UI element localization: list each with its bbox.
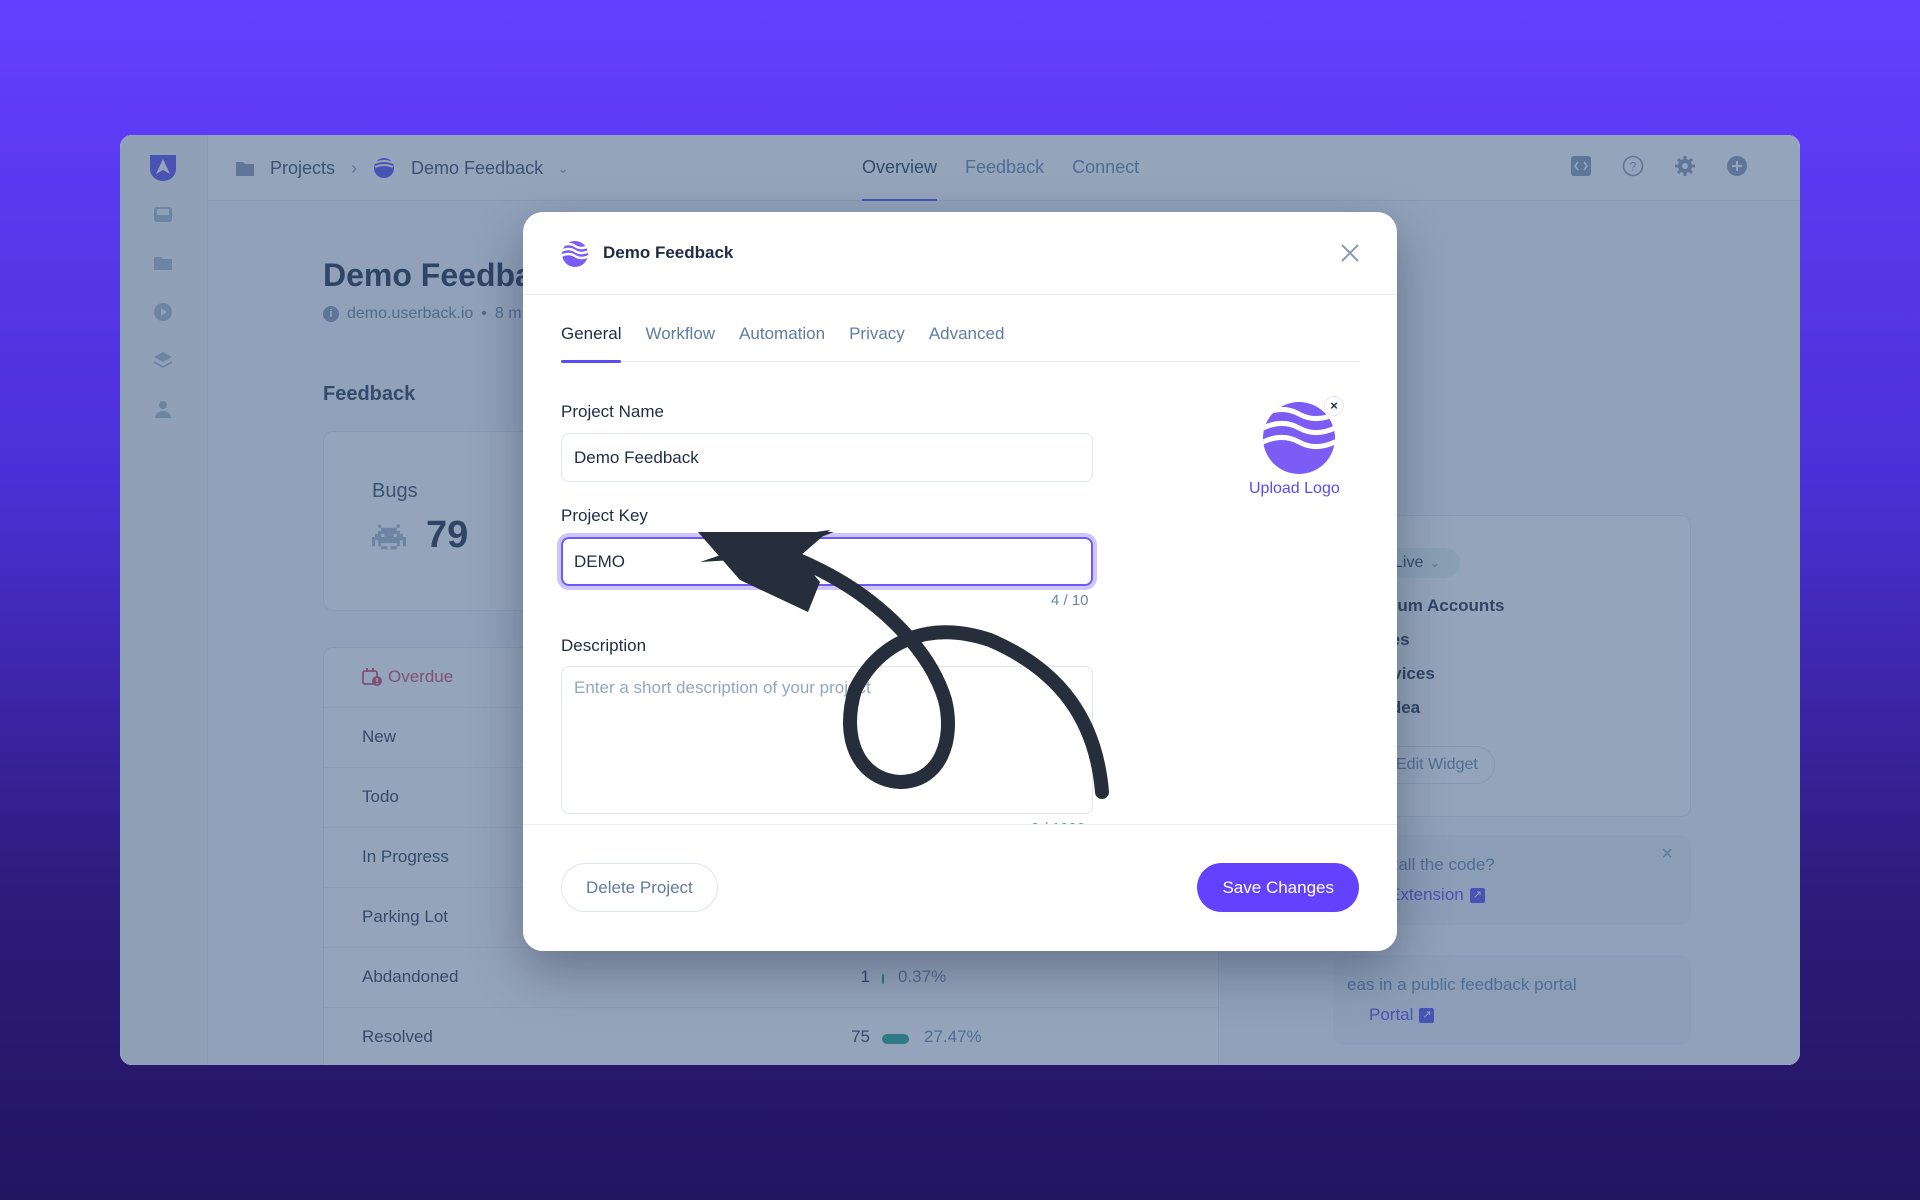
tab-workflow[interactable]: Workflow <box>645 322 715 362</box>
tab-advanced[interactable]: Advanced <box>929 322 1005 362</box>
modal-title: Demo Feedback <box>603 243 734 262</box>
modal-tabs: General Workflow Automation Privacy Adva… <box>561 322 1359 363</box>
project-key-input[interactable] <box>561 537 1093 586</box>
project-key-label: Project Key <box>561 506 648 525</box>
upload-logo-link[interactable]: Upload Logo <box>1249 480 1340 498</box>
project-key-counter: 4 / 10 <box>1051 592 1089 609</box>
tab-general[interactable]: General <box>561 322 622 363</box>
close-icon[interactable] <box>1339 242 1361 264</box>
project-name-label: Project Name <box>561 402 664 421</box>
project-settings-modal: Demo Feedback General Workflow Automatio… <box>523 212 1397 951</box>
delete-project-button[interactable]: Delete Project <box>561 863 718 912</box>
project-logo-icon <box>561 241 589 267</box>
project-logo-preview-icon <box>1263 402 1335 474</box>
remove-logo-button[interactable]: × <box>1324 396 1344 416</box>
modal-header: Demo Feedback <box>523 212 1397 295</box>
tab-privacy[interactable]: Privacy <box>849 322 905 362</box>
description-textarea[interactable] <box>561 666 1093 814</box>
save-changes-button[interactable]: Save Changes <box>1197 863 1359 912</box>
description-label: Description <box>561 636 647 655</box>
tab-automation[interactable]: Automation <box>739 322 825 362</box>
modal-footer: Delete Project Save Changes <box>523 824 1397 951</box>
project-name-input[interactable] <box>561 433 1093 482</box>
